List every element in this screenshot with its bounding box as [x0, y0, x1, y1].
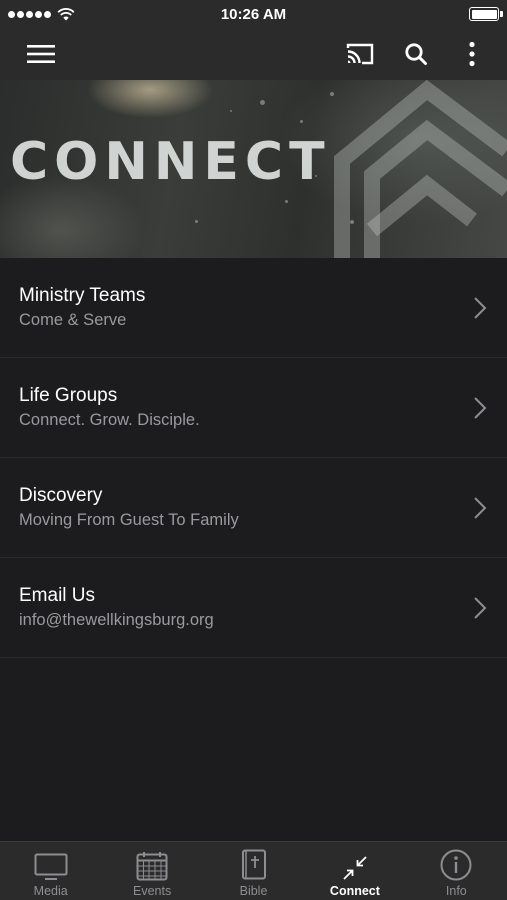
battery-icon: [469, 7, 503, 21]
cast-icon[interactable]: [343, 37, 377, 71]
list-item-title: Ministry Teams: [19, 285, 146, 306]
info-icon: [440, 849, 472, 881]
search-icon[interactable]: [399, 37, 433, 71]
list-item-email-us[interactable]: Email Us info@thewellkingsburg.org: [0, 558, 507, 658]
tab-label: Connect: [329, 884, 380, 898]
hamburger-menu-icon[interactable]: [24, 37, 58, 71]
list-item-subtitle: Connect. Grow. Disciple.: [19, 411, 200, 429]
status-time: 10:26 AM: [220, 5, 287, 23]
app-bar: [0, 28, 507, 80]
list-item-subtitle: info@thewellkingsburg.org: [19, 611, 214, 629]
tab-events[interactable]: Events: [101, 842, 202, 900]
list-item-ministry-teams[interactable]: Ministry Teams Come & Serve: [0, 258, 507, 358]
connect-banner: CONNECT: [0, 80, 507, 258]
list-item-subtitle: Moving From Guest To Family: [19, 511, 239, 529]
tab-media[interactable]: Media: [0, 842, 101, 900]
status-bar: 10:26 AM: [0, 0, 507, 28]
tab-label: Bible: [239, 884, 268, 898]
bible-icon: [241, 849, 266, 880]
tab-info[interactable]: Info: [406, 842, 507, 900]
status-left: [8, 7, 75, 21]
chevron-right-icon: [474, 496, 487, 519]
list-item-text: Discovery Moving From Guest To Family: [19, 485, 239, 530]
tv-icon: [34, 853, 68, 880]
connect-list: Ministry Teams Come & Serve Life Groups …: [0, 258, 507, 658]
connect-arrows-icon: [343, 856, 367, 880]
calendar-icon: [136, 852, 168, 881]
tab-connect[interactable]: Connect: [304, 842, 405, 900]
list-item-text: Life Groups Connect. Grow. Disciple.: [19, 385, 200, 430]
wifi-icon: [57, 8, 75, 21]
list-item-subtitle: Come & Serve: [19, 311, 127, 329]
tab-label: Events: [133, 884, 172, 898]
list-item-title: Email Us: [19, 585, 96, 606]
more-vertical-icon[interactable]: [455, 37, 489, 71]
signal-icon: [8, 10, 51, 18]
tab-label: Media: [33, 884, 68, 898]
app-bar-actions: [343, 37, 489, 71]
list-item-discovery[interactable]: Discovery Moving From Guest To Family: [0, 458, 507, 558]
tab-label: Info: [445, 884, 467, 898]
list-item-title: Life Groups: [19, 385, 118, 406]
chevron-right-icon: [474, 296, 487, 319]
church-logo: [334, 80, 507, 258]
banner-title: CONNECT: [10, 132, 331, 192]
chevron-right-icon: [474, 596, 487, 619]
list-item-text: Ministry Teams Come & Serve: [19, 285, 145, 330]
list-item-text: Email Us info@thewellkingsburg.org: [19, 585, 214, 630]
list-item-title: Discovery: [19, 485, 103, 506]
chevron-right-icon: [474, 396, 487, 419]
tab-bar: Media Events Bible Connect Info: [0, 841, 507, 900]
tab-bible[interactable]: Bible: [203, 842, 304, 900]
list-item-life-groups[interactable]: Life Groups Connect. Grow. Disciple.: [0, 358, 507, 458]
